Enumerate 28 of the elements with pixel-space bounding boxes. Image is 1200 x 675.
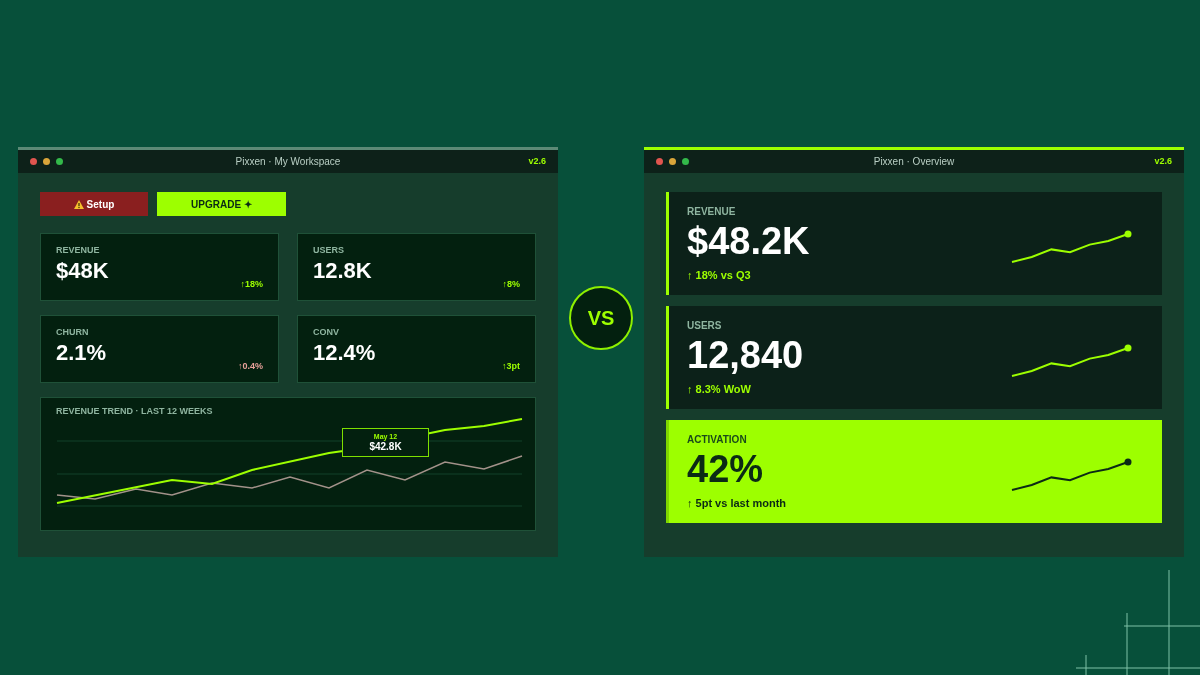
version-label: v2.6 xyxy=(1154,154,1172,168)
kpi-label: USERS xyxy=(687,318,723,333)
kpi-label: REVENUE xyxy=(687,204,737,219)
metric-value: 12.4% xyxy=(313,339,377,366)
metric-label: CONV xyxy=(313,326,340,339)
kpi-delta: ↑ 18% vs Q3 xyxy=(687,267,752,283)
chart-title: REVENUE TREND · LAST 12 WEEKS xyxy=(56,405,213,418)
upgrade-button[interactable]: UPGRADE ✦ xyxy=(157,192,286,216)
metric-delta: ↑18% xyxy=(240,277,263,291)
kpi-label: ACTIVATION xyxy=(687,432,748,447)
metric-delta: ↑8% xyxy=(502,277,520,291)
kpi-delta: ↑ 8.3% WoW xyxy=(687,381,752,397)
window-title: Pixxen · My Workspace xyxy=(235,155,341,169)
kpi-value: 42% xyxy=(687,446,765,491)
kpi-delta: ↑ 5pt vs last month xyxy=(687,495,787,511)
warning-icon xyxy=(73,199,84,209)
metric-label: CHURN xyxy=(56,326,90,339)
setup-button[interactable]: Setup xyxy=(40,192,148,216)
metric-label: REVENUE xyxy=(56,244,101,257)
kpi-value: $48.2K xyxy=(687,218,810,263)
metric-delta: ↑3pt xyxy=(502,359,520,373)
metric-label: USERS xyxy=(313,244,345,257)
window-title: Pixxen · Overview xyxy=(873,155,955,169)
metric-delta: ↑0.4% xyxy=(238,359,263,373)
vs-badge: VS xyxy=(569,286,633,350)
version-label: v2.6 xyxy=(528,154,546,168)
tooltip-value: $42.8K xyxy=(369,441,402,453)
kpi-value: 12,840 xyxy=(687,332,804,377)
